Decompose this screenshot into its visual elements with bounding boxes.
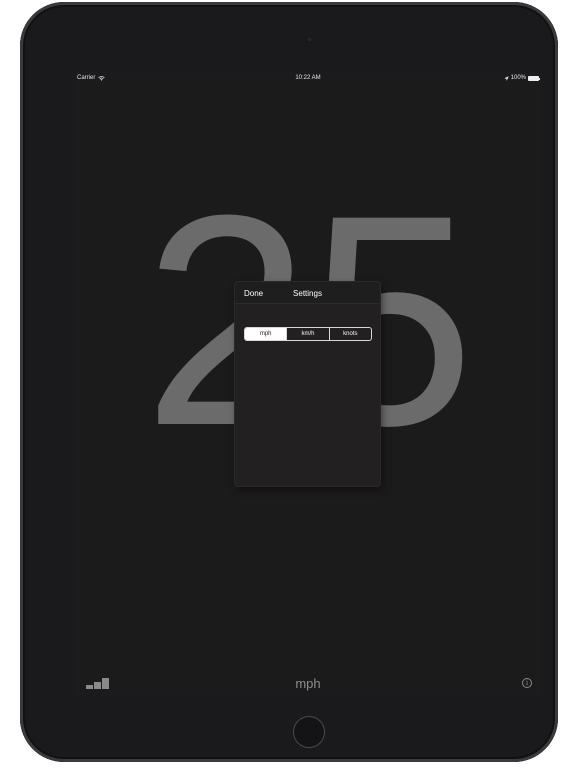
settings-popover: Done Settings mph km/h knots xyxy=(235,282,380,486)
segment-knots[interactable]: knots xyxy=(328,328,371,340)
battery-percent: 100% xyxy=(510,75,526,81)
location-arrow-icon xyxy=(503,75,509,81)
popover-nav-bar: Done Settings xyxy=(235,282,380,304)
bottom-bar: mph i xyxy=(74,676,542,698)
home-button[interactable] xyxy=(293,716,325,748)
unit-segmented-control: mph km/h knots xyxy=(244,327,372,341)
segment-kmh[interactable]: km/h xyxy=(286,328,328,340)
info-icon[interactable]: i xyxy=(522,678,532,688)
status-bar: Carrier 10:22 AM 100% xyxy=(74,72,542,84)
app-screen: Carrier 10:22 AM 100% 25 Done Setting xyxy=(74,72,542,698)
battery-icon xyxy=(528,75,540,81)
popover-title: Settings xyxy=(293,289,322,298)
status-right: 100% xyxy=(503,75,540,81)
segment-mph[interactable]: mph xyxy=(245,328,287,340)
front-camera xyxy=(306,36,313,43)
ipad-device-frame: Carrier 10:22 AM 100% 25 Done Setting xyxy=(20,2,558,762)
unit-label: mph xyxy=(295,676,321,691)
status-time: 10:22 AM xyxy=(295,75,321,81)
